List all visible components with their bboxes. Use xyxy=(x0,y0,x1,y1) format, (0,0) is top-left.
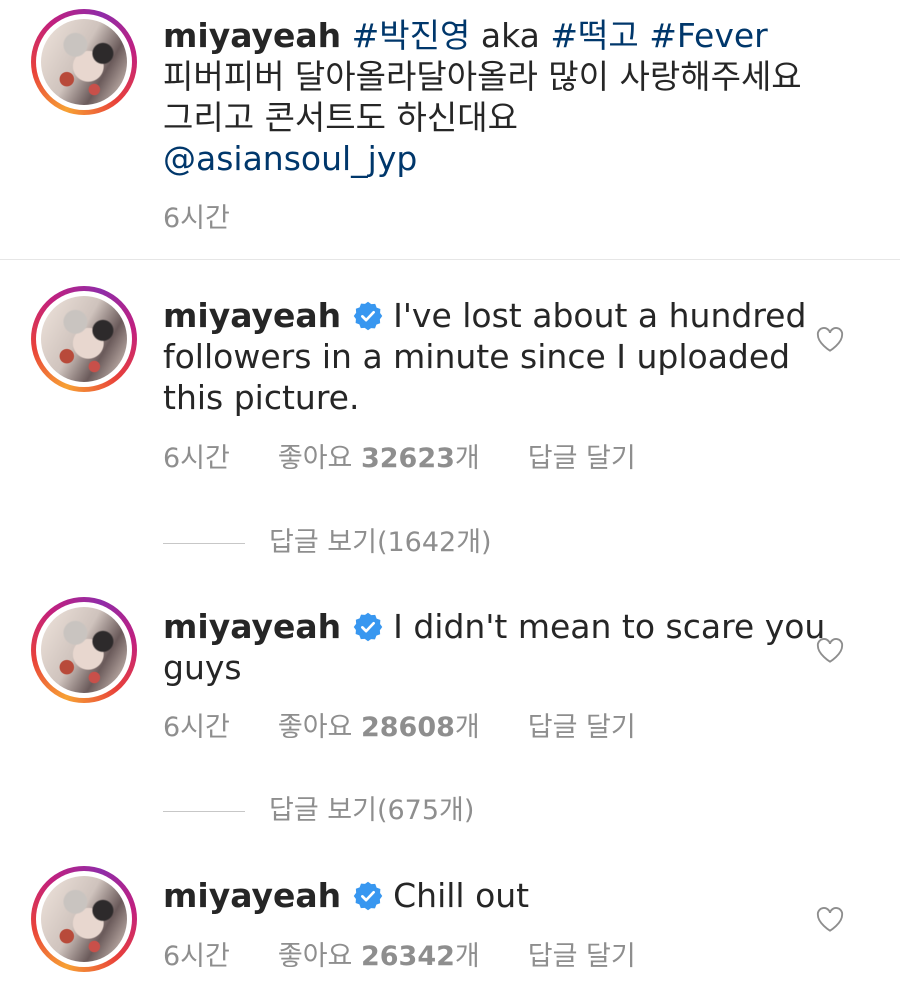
hashtag-link[interactable]: #박진영 xyxy=(352,16,471,55)
caption-line-3: 그리고 콘서트도 하신대요 xyxy=(163,98,518,137)
reply-button[interactable]: 답글 달기 xyxy=(528,712,636,743)
comment-username[interactable]: miyayeah xyxy=(163,296,341,335)
divider xyxy=(163,543,245,544)
reply-button[interactable]: 답글 달기 xyxy=(528,443,636,474)
comment-meta: 6시간 좋아요 32623개 답글 달기 xyxy=(163,436,636,475)
likes-count[interactable]: 좋아요 32623개 xyxy=(278,443,480,474)
comment-avatar[interactable] xyxy=(31,286,137,392)
comment-text: I didn't mean to scare you xyxy=(393,607,826,646)
profile-photo xyxy=(41,19,127,105)
profile-photo xyxy=(41,296,127,382)
divider xyxy=(0,259,900,260)
comment-avatar[interactable] xyxy=(31,597,137,703)
verified-badge-icon xyxy=(353,881,383,911)
comment: miyayeah Chill out xyxy=(163,875,529,916)
comment-username[interactable]: miyayeah xyxy=(163,876,341,915)
comment-text: this picture. xyxy=(163,378,360,417)
caption-line-1: miyayeah #박진영 aka #떡고 #Fever xyxy=(163,15,802,56)
comment-text: I've lost about a hundred xyxy=(393,296,807,335)
comment: miyayeah I didn't mean to scare you guys xyxy=(163,606,825,688)
caption-username[interactable]: miyayeah xyxy=(163,16,341,55)
comment: miyayeah I've lost about a hundred follow… xyxy=(163,295,806,418)
heart-outline-icon[interactable] xyxy=(815,905,845,933)
heart-outline-icon[interactable] xyxy=(815,325,845,353)
divider xyxy=(163,811,245,812)
verified-badge-icon xyxy=(353,612,383,642)
hashtag-link[interactable]: #떡고 xyxy=(550,16,638,55)
reply-button[interactable]: 답글 달기 xyxy=(528,941,636,972)
verified-badge-icon xyxy=(353,301,383,331)
comment-timestamp: 6시간 xyxy=(163,941,230,972)
likes-count[interactable]: 좋아요 26342개 xyxy=(278,941,480,972)
caption-text: aka xyxy=(480,16,540,55)
caption-line-2: 피버피버 달아올라달아올라 많이 사랑해주세요 xyxy=(163,57,802,96)
view-replies-button[interactable]: 답글 보기(1642개) xyxy=(163,520,492,559)
comment-avatar[interactable] xyxy=(31,866,137,972)
comment-meta: 6시간 좋아요 28608개 답글 달기 xyxy=(163,705,636,744)
hashtag-link[interactable]: #Fever xyxy=(649,16,768,55)
profile-photo xyxy=(41,607,127,693)
avatar[interactable] xyxy=(31,9,137,115)
comment-timestamp: 6시간 xyxy=(163,712,230,743)
view-replies-button[interactable]: 답글 보기(675개) xyxy=(163,788,474,827)
mention-link[interactable]: @asiansoul_jyp xyxy=(163,138,802,179)
comment-meta: 6시간 좋아요 26342개 답글 달기 xyxy=(163,934,636,973)
comment-text: Chill out xyxy=(393,876,530,915)
comment-timestamp: 6시간 xyxy=(163,443,230,474)
comment-text: followers in a minute since I uploaded xyxy=(163,337,791,376)
caption: miyayeah #박진영 aka #떡고 #Fever 피버피버 달아올라달아… xyxy=(163,15,802,179)
caption-timestamp: 6시간 xyxy=(163,203,230,234)
comment-text: guys xyxy=(163,648,242,687)
profile-photo xyxy=(41,876,127,962)
likes-count[interactable]: 좋아요 28608개 xyxy=(278,712,480,743)
comment-username[interactable]: miyayeah xyxy=(163,607,341,646)
heart-outline-icon[interactable] xyxy=(815,636,845,664)
